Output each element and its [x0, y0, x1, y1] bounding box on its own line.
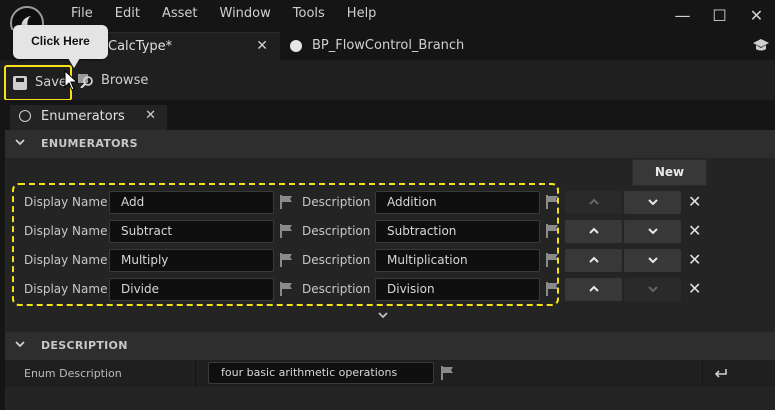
browse-icon	[78, 74, 93, 88]
click-here-callout: Click Here	[13, 25, 108, 59]
chevron-down-icon	[647, 286, 658, 293]
reset-arrow-icon[interactable]	[715, 366, 727, 378]
enum-description-field[interactable]: four basic arithmetic operations	[208, 362, 434, 384]
tab-calctype[interactable]: CalcType* ✕	[90, 32, 280, 60]
enum-icon	[19, 110, 31, 122]
menu-file[interactable]: File	[60, 6, 104, 21]
toolbar: Save Browse	[0, 60, 775, 101]
chevron-up-icon	[588, 198, 599, 205]
chevron-up-icon	[588, 256, 599, 263]
section-enumerators[interactable]: ENUMERATORS	[5, 130, 775, 158]
menu-tools[interactable]: Tools	[282, 6, 336, 21]
save-icon	[13, 76, 27, 90]
close-window-button[interactable]: ✕	[738, 6, 775, 25]
save-button[interactable]: Save	[4, 65, 72, 101]
column-divider[interactable]	[195, 360, 196, 387]
chevron-up-icon	[588, 285, 599, 292]
move-down-button[interactable]	[624, 191, 681, 214]
move-up-button[interactable]	[565, 220, 622, 243]
move-up-button[interactable]	[565, 191, 622, 214]
window-controls: — ☐ ✕	[664, 6, 775, 25]
tab-enumerators[interactable]: Enumerators ✕	[10, 105, 167, 130]
tab-bp-flowcontrol-branch[interactable]: BP_FlowControl_Branch	[284, 32, 474, 60]
tab-calctype-label: CalcType*	[108, 39, 173, 54]
chevron-down-icon	[647, 199, 658, 206]
document-tabs: CalcType* ✕ BP_FlowControl_Branch	[0, 30, 775, 60]
graduation-cap-icon[interactable]	[753, 38, 769, 52]
title-bar: File Edit Asset Window Tools Help — ☐ ✕	[0, 0, 775, 40]
move-down-button[interactable]	[624, 249, 681, 272]
close-icon[interactable]: ✕	[145, 108, 156, 123]
chevron-up-icon	[588, 227, 599, 234]
menu-window[interactable]: Window	[209, 6, 282, 21]
tab-bp-label: BP_FlowControl_Branch	[312, 38, 465, 53]
section-description[interactable]: DESCRIPTION	[5, 332, 775, 360]
maximize-button[interactable]: ☐	[701, 6, 738, 25]
minimize-button[interactable]: —	[664, 6, 701, 25]
delete-enumerator-button[interactable]: ✕	[688, 192, 701, 211]
menu-help[interactable]: Help	[336, 6, 388, 21]
blueprint-icon	[290, 40, 302, 52]
chevron-down-icon	[15, 338, 25, 351]
details-panel: ENUMERATORS New Display Name Add Descrip…	[5, 130, 775, 410]
move-up-button[interactable]	[565, 278, 622, 301]
menu-edit[interactable]: Edit	[104, 6, 151, 21]
browse-button-label: Browse	[101, 73, 149, 88]
section-description-title: DESCRIPTION	[41, 339, 128, 352]
chevron-down-icon	[647, 228, 658, 235]
section-enumerators-title: ENUMERATORS	[41, 137, 138, 150]
menu-bar: File Edit Asset Window Tools Help	[60, 6, 387, 21]
chevron-down-icon	[15, 136, 25, 149]
enum-description-label: Enum Description	[24, 367, 122, 380]
rows-highlight-box	[12, 183, 559, 306]
tab-enumerators-label: Enumerators	[41, 109, 125, 124]
move-down-button[interactable]	[624, 278, 681, 301]
chevron-down-icon[interactable]	[377, 311, 389, 319]
new-enumerator-button[interactable]: New	[632, 159, 707, 186]
column-divider	[702, 360, 703, 387]
delete-enumerator-button[interactable]: ✕	[688, 279, 701, 298]
callout-tail	[68, 58, 80, 68]
delete-enumerator-button[interactable]: ✕	[688, 221, 701, 240]
move-up-button[interactable]	[565, 249, 622, 272]
enum-description-row: Enum Description four basic arithmetic o…	[5, 360, 775, 387]
chevron-down-icon	[647, 257, 658, 264]
menu-asset[interactable]: Asset	[151, 6, 209, 21]
panel-tabs: Enumerators ✕	[0, 100, 775, 130]
save-button-label: Save	[35, 75, 67, 90]
delete-enumerator-button[interactable]: ✕	[688, 250, 701, 269]
close-icon[interactable]: ✕	[256, 38, 268, 54]
flag-icon[interactable]	[441, 366, 453, 380]
mouse-cursor-icon	[64, 70, 78, 91]
move-down-button[interactable]	[624, 220, 681, 243]
